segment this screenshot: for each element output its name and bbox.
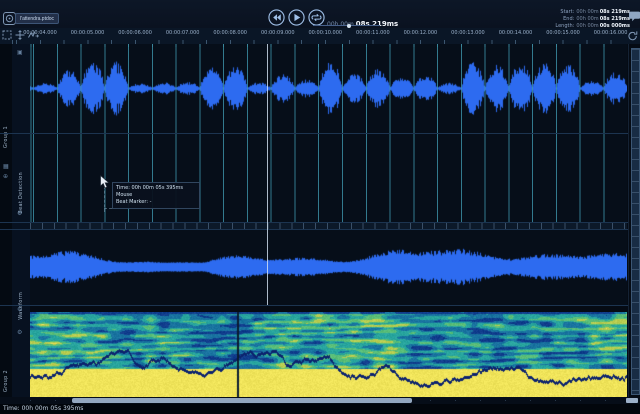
ruler-tick-label: 00:00:06.000 [118, 30, 152, 36]
ruler-tick-label: 00:00:13.000 [451, 30, 485, 36]
group1-grid-icon[interactable]: ▦ [3, 164, 9, 170]
ruler-tick-label: 00:00:04.000 [23, 30, 57, 36]
tracks-area: Group 1 ▦ ⊕ Group 2 ▦ ⊕ + ▣ Beat Detecti… [0, 44, 640, 397]
ruler-tick-label: 00:00:14.000 [499, 30, 533, 36]
waveform-track2-canvas[interactable] [30, 229, 627, 305]
comment-bubble-icon[interactable] [629, 10, 640, 22]
track-divider [0, 229, 628, 230]
status-time: Time: 00h 00m 05s 395ms [3, 405, 83, 412]
rewind-button[interactable] [268, 9, 285, 26]
playback-slider[interactable] [313, 25, 380, 26]
status-bar: Time: 00h 00m 05s 395ms [0, 404, 640, 414]
vertical-scrollbar[interactable] [628, 44, 640, 397]
playhead-line[interactable] [267, 44, 268, 305]
selection-info-row: Start:00h 00m 08s 219ms [552, 9, 630, 16]
horizontal-scrollbar-thumb[interactable] [72, 398, 412, 403]
waveform-settings-icon[interactable]: ⚙ [17, 330, 22, 336]
topbar: l'attendra.ptdoc 00h 00m 08s 219ms [0, 0, 640, 29]
vertical-scrollbar-thumb[interactable] [631, 48, 640, 395]
tooltip-time: Time: 00h 00m 05s 395ms [116, 185, 196, 192]
group2-label: Group 2 [3, 370, 9, 392]
horizontal-scrollbar[interactable] [0, 397, 640, 404]
beat-detection-miniruler [30, 222, 627, 229]
track-divider [0, 133, 628, 134]
playback-slider-knob[interactable] [347, 24, 351, 28]
beat-detection-settings-icon[interactable]: ⚙ [17, 211, 22, 217]
info-value-hm: 00h 00m [576, 9, 598, 16]
ruler-labels: 00:00:04.000 00:00:05.000 00:00:06.000 00:0… [0, 30, 640, 38]
selection-info-row: End:00h 00m 08s 219ms [552, 16, 630, 23]
ruler-tick-label: 00:00:11.000 [356, 30, 390, 36]
play-button[interactable] [288, 9, 305, 26]
info-value-hm: 00h 00m [576, 16, 598, 23]
ruler-tick-label: 00:00:10.000 [309, 30, 343, 36]
group1-add-icon[interactable]: ⊕ [3, 174, 8, 180]
track-label-rail: ▣ Beat Detection ⚙ Waveform ⚙ ⚙ [12, 44, 31, 397]
file-name-button[interactable]: l'attendra.ptdoc [15, 13, 59, 24]
ruler-tick-label: 00:00:15.000 [546, 30, 580, 36]
mouse-cursor [100, 175, 110, 189]
mouse-tooltip: Time: 00h 00m 05s 395ms Mouse Beat Marke… [112, 182, 200, 209]
ruler-tick-label: 00:00:16.000 [594, 30, 628, 36]
loop-button[interactable] [308, 9, 325, 26]
track-divider [0, 305, 628, 306]
info-label: End: [552, 16, 574, 23]
spectrogram-canvas[interactable] [30, 312, 627, 397]
scrollbar-corner[interactable] [626, 398, 638, 403]
spectrogram-settings-icon[interactable]: ⚙ [17, 307, 22, 313]
track1-grid-icon[interactable]: ▣ [17, 50, 23, 56]
track-divider [0, 222, 628, 223]
info-label: Start: [552, 9, 574, 16]
beat-detection-track-label: Beat Detection [18, 172, 24, 214]
refresh-icon[interactable] [626, 30, 638, 42]
ruler-tick-label: 00:00:08.000 [213, 30, 247, 36]
timeline-ruler[interactable]: 00:00:04.000 00:00:05.000 00:00:06.000 00:0… [0, 28, 640, 45]
selection-info-panel: Start:00h 00m 08s 219msEnd:00h 00m 08s 2… [552, 9, 630, 30]
tracks-content [30, 44, 627, 397]
info-value-sms: 08s 219ms [600, 9, 630, 16]
playback-time-sms: 08s 219ms [356, 20, 398, 28]
ruler-tick-label: 00:00:07.000 [166, 30, 200, 36]
tooltip-beat-marker: Beat Marker: - [116, 199, 196, 206]
spectrogram-gap [30, 305, 627, 312]
tooltip-mouse: Mouse [116, 192, 196, 199]
ruler-tick-label: 00:00:12.000 [404, 30, 438, 36]
transport-controls [268, 9, 325, 26]
group1-label: Group 1 [3, 126, 9, 148]
ruler-tick-label: 00:00:05.000 [71, 30, 105, 36]
info-value-sms: 08s 219ms [600, 16, 630, 23]
app-window: l'attendra.ptdoc 00h 00m 08s 219ms [0, 0, 640, 414]
ruler-tick-label: 00:00:09.000 [261, 30, 295, 36]
